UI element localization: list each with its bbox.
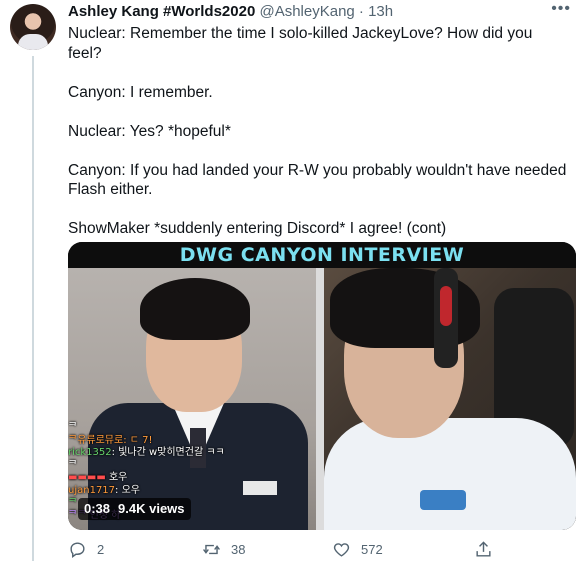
like-count: 572 [361, 541, 383, 557]
video-views: 9.4K views [118, 501, 185, 516]
chat-message: 빛나간 w맞히면건갈 ㅋㅋ [118, 447, 225, 459]
share-icon [476, 540, 491, 557]
frame-divider [316, 268, 324, 530]
video-duration: 0:38 [84, 501, 111, 516]
retweet-button[interactable]: 38 [202, 538, 245, 560]
retweet-count: 38 [231, 541, 246, 557]
author-name[interactable]: Ashley Kang #Worlds2020 [68, 3, 255, 20]
chat-line: ujan1717: 오우 [68, 484, 140, 496]
chat-line: rick1352: 빛나간 w맞히면건갈 ㅋㅋ [68, 447, 225, 459]
tweet-actions: 2 38 572 [68, 538, 568, 560]
tweet-line: Nuclear: Yes? *hopeful* [68, 122, 231, 140]
chat-line: ᄏ [68, 422, 298, 435]
chat-message: ᄏ [68, 459, 78, 471]
author-handle[interactable]: @AshleyKang [259, 3, 354, 20]
more-dots-icon[interactable]: ••• [551, 0, 571, 18]
reply-count: 2 [97, 541, 105, 557]
thread-line [32, 56, 34, 561]
chat-nick: rick1352 [68, 447, 112, 459]
chat-message: ᄏ유류로뮤로: ㄷ 7! [68, 434, 153, 446]
retweet-icon [203, 544, 220, 554]
chat-line: ᄏ [68, 460, 298, 473]
tweet-text: Nuclear: Remember the time I solo-killed… [68, 24, 568, 239]
avatar[interactable] [10, 4, 56, 50]
chat-message: 오우 [121, 484, 140, 496]
video-player[interactable]: DWG CANYON INTERVIEW ᄏ ᄏ유류로뮤로: ㄷ 7! rick… [68, 242, 576, 530]
headset [434, 268, 458, 368]
tweet-line: Canyon: If you had landed your R-W you p… [68, 161, 567, 199]
chat-message: ᄏ [68, 497, 78, 509]
chat-message: ᄏ [68, 422, 78, 433]
hoodie-logo [420, 490, 466, 510]
reply-icon [70, 541, 85, 558]
chat-line: ᄏ유류로뮤로: ㄷ 7! [68, 435, 298, 448]
tweet-timestamp[interactable]: 13h [368, 3, 393, 20]
tweet-line: Canyon: I remember. [68, 83, 213, 101]
tweet-line: Nuclear: Remember the time I solo-killed… [68, 25, 533, 62]
like-button[interactable]: 572 [332, 538, 383, 560]
tweet-line: ShowMaker *suddenly entering Discord* I … [68, 220, 447, 237]
chat-message: 호우 [108, 472, 128, 484]
heart-icon [333, 542, 350, 557]
figure-hair [140, 278, 250, 340]
figure-hoodie [324, 418, 576, 530]
chat-line: ▬▬▬▬ 호우 [68, 472, 298, 485]
video-info-pill: 0:38 9.4K views [78, 498, 191, 520]
share-button[interactable] [474, 538, 503, 560]
video-frame-right [324, 268, 576, 530]
chat-nick: ujan1717 [68, 484, 116, 496]
video-banner-title: DWG CANYON INTERVIEW [68, 242, 576, 268]
header-separator: · [358, 3, 364, 20]
chat-nick-hidden: ▬▬▬▬ [68, 472, 109, 484]
reply-button[interactable]: 2 [68, 538, 104, 560]
tweet-header: Ashley Kang #Worlds2020 @AshleyKang · 13… [68, 3, 543, 25]
